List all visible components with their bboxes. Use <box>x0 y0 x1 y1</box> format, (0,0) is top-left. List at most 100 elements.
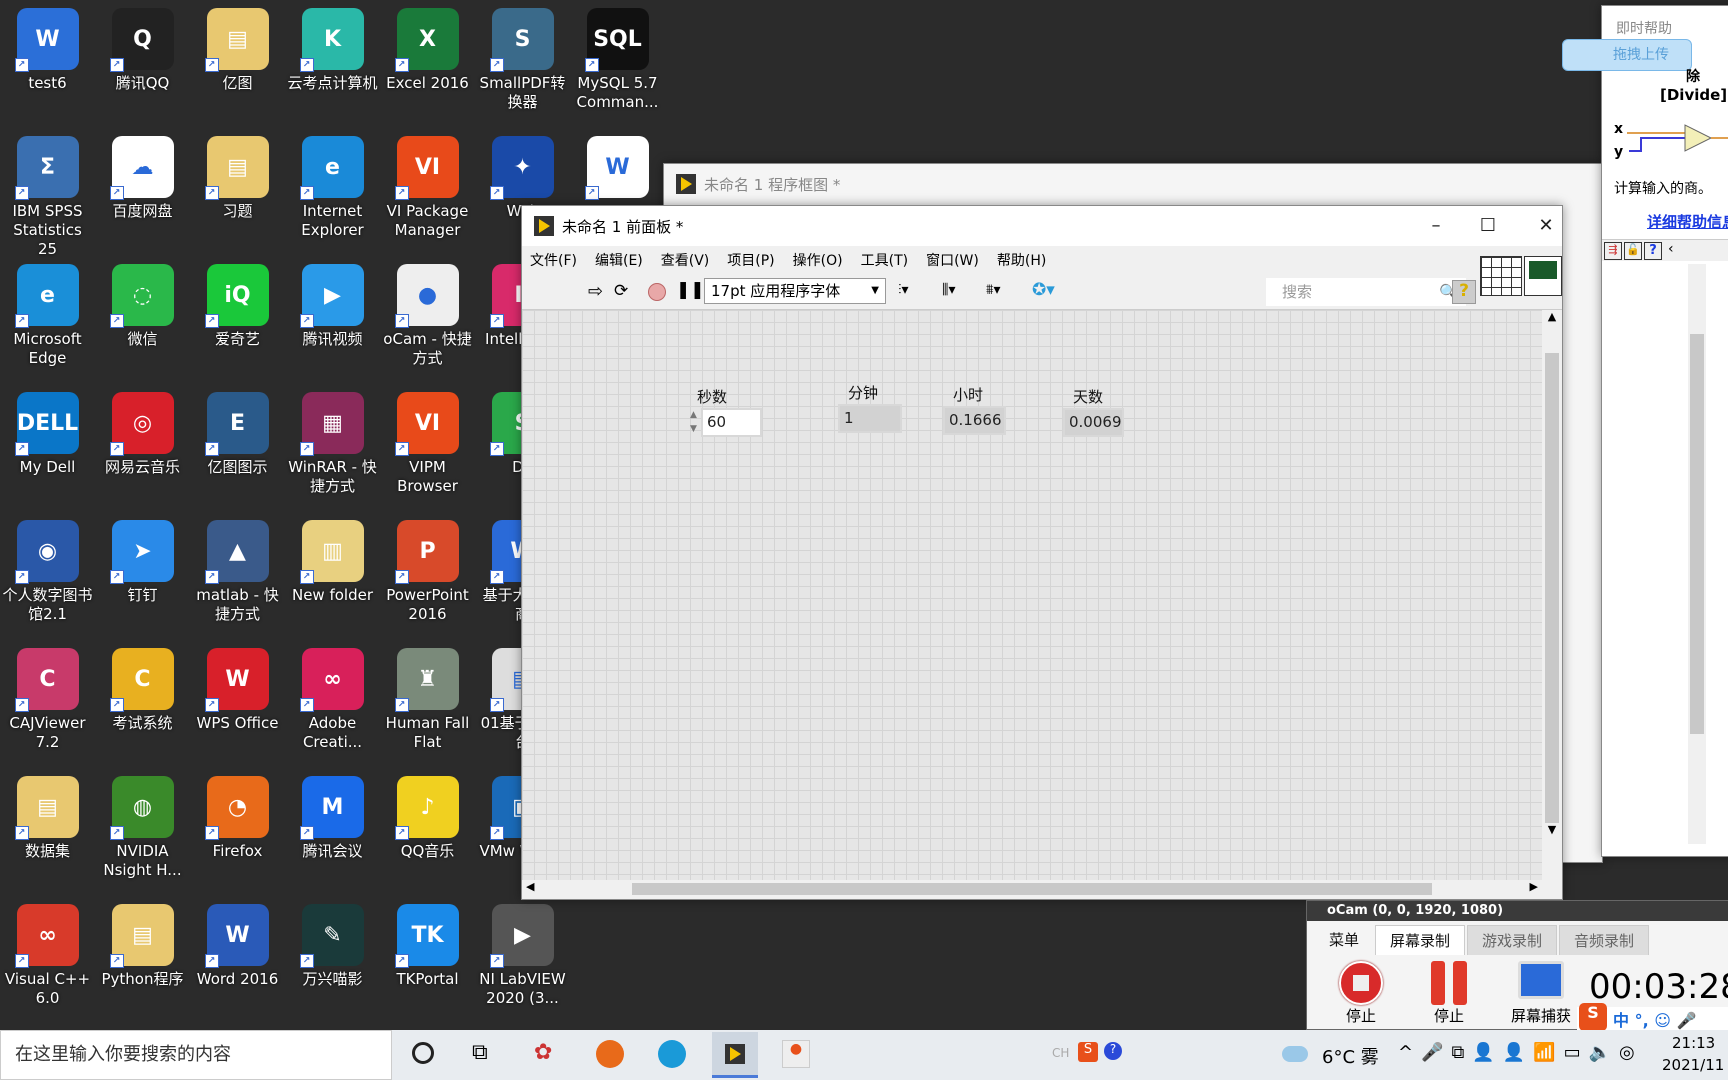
desktop-icon[interactable]: W ↗ test6 <box>0 0 95 128</box>
cortana-icon[interactable] <box>412 1042 434 1064</box>
front-panel-canvas[interactable]: 秒数 60 ▲ ▼ 分钟 1 小时 0.1666 天数 0.0069 <box>522 310 1542 880</box>
horizontal-scrollbar[interactable]: ◀ ▶ <box>522 880 1542 898</box>
vertical-scrollbar[interactable] <box>1688 264 1706 844</box>
stop-record-button[interactable]: 停止 <box>1339 961 1383 1026</box>
desktop-icon[interactable]: ▤ ↗ Python程序 <box>95 896 190 1024</box>
desktop-icon[interactable]: M ↗ 腾讯会议 <box>285 768 380 896</box>
front-panel-window[interactable]: 未命名 1 前面板 * – ☐ ✕ 文件(F) 编辑(E) 查看(V) 项目(P) 操作… <box>521 205 1563 900</box>
desktop-icon[interactable]: ◉ ↗ 个人数字图书馆2.1 <box>0 512 95 640</box>
weather-text[interactable]: 6°C 雾 <box>1322 1043 1379 1069</box>
desktop-icon[interactable]: VI ↗ VI Package Manager <box>380 128 475 256</box>
firefox-taskbar-icon[interactable] <box>596 1040 624 1068</box>
desktop-icon[interactable]: ∞ ↗ Visual C++ 6.0 <box>0 896 95 1024</box>
menu-item[interactable]: 项目(P) <box>727 250 774 270</box>
desktop-icon[interactable]: ▶ ↗ 腾讯视频 <box>285 256 380 384</box>
ocam-window[interactable]: oCam (0, 0, 1920, 1080) 菜单 屏幕录制 游戏录制 音频录制 停… <box>1306 900 1728 1031</box>
desktop-icon[interactable]: ▤ ↗ 亿图 <box>190 0 285 128</box>
run-continuously-icon[interactable]: ⟳ <box>614 281 628 301</box>
ocam-taskbar-icon[interactable]: ● <box>782 1040 810 1068</box>
detailed-help-link[interactable]: 详细帮助信息 <box>1647 211 1728 232</box>
taskbar-search-input[interactable]: 在这里输入你要搜索的内容 <box>0 1030 392 1080</box>
search-input[interactable]: 搜索 🔍 <box>1266 278 1466 306</box>
desktop-icon[interactable]: ♪ ↗ QQ音乐 <box>380 768 475 896</box>
desktop-icon[interactable]: e ↗ Internet Explorer <box>285 128 380 256</box>
clock-date[interactable]: 2021/11 <box>1662 1056 1724 1074</box>
show-optional-terminals-icon[interactable]: ⇶ <box>1604 242 1622 260</box>
abort-icon[interactable] <box>648 283 666 301</box>
language-indicator[interactable]: CH <box>1052 1046 1069 1060</box>
front-panel-titlebar[interactable]: 未命名 1 前面板 * <box>522 206 1562 246</box>
menu-item[interactable]: 编辑(E) <box>595 250 643 270</box>
font-select[interactable]: 17pt 应用程序字体 ▼ <box>704 278 886 304</box>
desktop-icon[interactable]: Q ↗ 腾讯QQ <box>95 0 190 128</box>
maximize-button[interactable]: ☐ <box>1466 212 1510 240</box>
ocam-tab[interactable]: 菜单 <box>1315 925 1373 955</box>
taskbar-app-icon[interactable]: ✿ <box>534 1040 552 1065</box>
align-objects-icon[interactable]: ⫶▾ <box>898 282 909 298</box>
desktop-icon[interactable]: e ↗ Microsoft Edge <box>0 256 95 384</box>
desktop-icon[interactable]: ▦ ↗ WinRAR - 快捷方式 <box>285 384 380 512</box>
screen-capture-button[interactable]: 屏幕捕获 <box>1511 961 1571 1026</box>
desktop-icon[interactable]: C ↗ 考试系统 <box>95 640 190 768</box>
desktop-icon[interactable]: X ↗ Excel 2016 <box>380 0 475 128</box>
menu-item[interactable]: 帮助(H) <box>997 250 1046 270</box>
context-help-window[interactable]: 即时帮助 拖拽上传 除 [Divide] x y 计算输入的商。 详细帮助信息 … <box>1562 5 1728 857</box>
desktop-icon[interactable]: E ↗ 亿图图示 <box>190 384 285 512</box>
menu-item[interactable]: 查看(V) <box>661 250 710 270</box>
lock-icon[interactable]: 🔓 <box>1624 242 1642 260</box>
desktop-icon[interactable]: Σ ↗ IBM SPSS Statistics 25 <box>0 128 95 258</box>
desktop-icon[interactable]: DELL ↗ My Dell <box>0 384 95 512</box>
desktop-icon[interactable]: ◌ ↗ 微信 <box>95 256 190 384</box>
desktop-icon[interactable]: C ↗ CAJViewer 7.2 <box>0 640 95 768</box>
ocam-tab[interactable]: 游戏录制 <box>1467 925 1558 955</box>
run-arrow-icon[interactable]: ⇨ <box>588 281 603 302</box>
desktop-icon[interactable]: W ↗ Word 2016 <box>190 896 285 1024</box>
ime-toolbar[interactable]: S中 °, ☺ 🎤 <box>1577 1003 1728 1031</box>
close-button[interactable]: ✕ <box>1524 212 1568 240</box>
desktop-icon[interactable]: ☁ ↗ 百度网盘 <box>95 128 190 256</box>
drag-upload-button[interactable]: 拖拽上传 <box>1562 39 1692 71</box>
desktop-icon[interactable]: ◍ ↗ NVIDIA Nsight H... <box>95 768 190 896</box>
labview-taskbar-icon[interactable] <box>712 1032 758 1078</box>
connector-pane-icon[interactable] <box>1480 256 1522 296</box>
context-help-icon[interactable]: ? <box>1452 280 1476 304</box>
desktop-icon[interactable]: SQL ↗ MySQL 5.7 Comman... <box>570 0 665 128</box>
desktop-icon[interactable]: ▤ ↗ 习题 <box>190 128 285 256</box>
help-tray-icon[interactable]: ? <box>1104 1042 1122 1060</box>
collapse-icon[interactable]: ‹ <box>1668 241 1674 257</box>
distribute-objects-icon[interactable]: ⫼▾ <box>942 282 955 298</box>
increment-decrement-stepper[interactable]: ▲ ▼ <box>687 408 700 437</box>
menu-item[interactable]: 文件(F) <box>530 250 577 270</box>
desktop-icon[interactable]: ♜ ↗ Human Fall Flat <box>380 640 475 768</box>
resize-objects-icon[interactable]: ⩩▾ <box>986 282 1001 298</box>
desktop-icon[interactable]: ◔ ↗ Firefox <box>190 768 285 896</box>
menu-item[interactable]: 工具(T) <box>861 250 908 270</box>
reorder-icon[interactable]: ✪▾ <box>1032 280 1055 300</box>
task-view-icon[interactable]: ⧉ <box>472 1040 488 1065</box>
ocam-tab[interactable]: 音频录制 <box>1559 925 1650 955</box>
pause-record-button[interactable]: 停止 <box>1427 961 1471 1026</box>
help-icon[interactable]: ? <box>1644 242 1662 260</box>
vi-icon[interactable] <box>1524 256 1562 296</box>
desktop-icon[interactable]: ▲ ↗ matlab - 快捷方式 <box>190 512 285 640</box>
desktop-icon[interactable]: ▤ ↗ 数据集 <box>0 768 95 896</box>
numeric-control[interactable]: 60 <box>701 408 762 437</box>
desktop-icon[interactable]: ➤ ↗ 钉钉 <box>95 512 190 640</box>
desktop-icon[interactable]: iQ ↗ 爱奇艺 <box>190 256 285 384</box>
vertical-scrollbar[interactable]: ▲ ▼ <box>1542 310 1562 880</box>
desktop-icon[interactable]: ✎ ↗ 万兴喵影 <box>285 896 380 1024</box>
desktop-icon[interactable]: ∞ ↗ Adobe Creati... <box>285 640 380 768</box>
minimize-button[interactable]: – <box>1414 212 1458 240</box>
ocam-tab[interactable]: 屏幕录制 <box>1375 925 1466 955</box>
desktop-icon[interactable]: K ↗ 云考点计算机 <box>285 0 380 128</box>
desktop-icon[interactable]: ● ↗ oCam - 快捷方式 <box>380 256 475 384</box>
menu-item[interactable]: 操作(O) <box>793 250 843 270</box>
desktop-icon[interactable]: TK ↗ TKPortal <box>380 896 475 1024</box>
desktop-icon[interactable]: ▶ ↗ NI LabVIEW 2020 (3... <box>475 896 570 1024</box>
edge-taskbar-icon[interactable] <box>658 1040 686 1068</box>
desktop-icon[interactable]: VI ↗ VIPM Browser <box>380 384 475 512</box>
ocam-titlebar[interactable]: oCam (0, 0, 1920, 1080) <box>1307 901 1728 921</box>
desktop-icon[interactable]: P ↗ PowerPoint 2016 <box>380 512 475 640</box>
pause-icon[interactable]: ❚❚ <box>676 280 705 300</box>
desktop-icon[interactable]: W ↗ WPS Office <box>190 640 285 768</box>
